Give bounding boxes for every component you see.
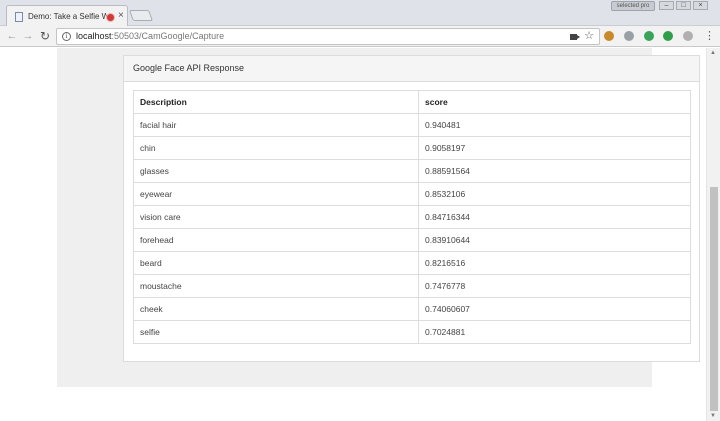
forward-button[interactable]: → — [20, 28, 36, 44]
tab-close-button[interactable]: × — [118, 10, 124, 22]
table-row: beard 0.8216516 — [133, 251, 691, 275]
panel-heading: Google Face API Response — [124, 56, 699, 82]
description-cell: cheek — [133, 297, 419, 321]
extension-icon-4[interactable] — [663, 31, 673, 41]
description-cell: glasses — [133, 159, 419, 183]
table-row: eyewear 0.8532106 — [133, 182, 691, 206]
url-path: :50503/CamGoogle/Capture — [111, 31, 225, 41]
browser-menu-icon[interactable]: ⋮ — [704, 29, 715, 43]
table-row: selfie 0.7024881 — [133, 320, 691, 344]
site-info-icon[interactable]: i — [62, 32, 71, 41]
close-window-button[interactable]: × — [693, 1, 708, 10]
column-header-description: Description — [133, 90, 419, 114]
scroll-down-arrow-icon[interactable]: ▼ — [710, 413, 716, 419]
table-row: moustache 0.7476778 — [133, 274, 691, 298]
results-table: Description score facial hair 0.940481 ch… — [133, 90, 691, 344]
score-cell: 0.74060607 — [418, 297, 691, 321]
description-cell: eyewear — [133, 182, 419, 206]
new-tab-button[interactable] — [128, 10, 154, 21]
scroll-up-arrow-icon[interactable]: ▲ — [710, 50, 716, 56]
tab-title: Demo: Take a Selfie W — [28, 12, 108, 21]
page-scrollbar[interactable]: ▲ ▼ — [706, 48, 720, 421]
table-row: chin 0.9058197 — [133, 136, 691, 160]
description-cell: moustache — [133, 274, 419, 298]
bookmark-star-icon[interactable]: ☆ — [584, 30, 594, 43]
page-content: Google Face API Response Description sco… — [0, 48, 706, 421]
description-cell: vision care — [133, 205, 419, 229]
score-cell: 0.84716344 — [418, 205, 691, 229]
score-cell: 0.8216516 — [418, 251, 691, 275]
score-cell: 0.940481 — [418, 113, 691, 137]
score-cell: 0.9058197 — [418, 136, 691, 160]
minimize-button[interactable]: – — [659, 1, 674, 10]
table-header-row: Description score — [133, 90, 691, 114]
maximize-button[interactable]: □ — [676, 1, 691, 10]
table-row: glasses 0.88591564 — [133, 159, 691, 183]
extension-icon-5[interactable] — [683, 31, 693, 41]
score-cell: 0.83910644 — [418, 228, 691, 252]
description-cell: chin — [133, 136, 419, 160]
score-cell: 0.88591564 — [418, 159, 691, 183]
score-cell: 0.7024881 — [418, 320, 691, 344]
recording-indicator-icon — [107, 14, 114, 21]
description-cell: forehead — [133, 228, 419, 252]
address-bar[interactable]: i localhost:50503/CamGoogle/Capture ☆ — [56, 28, 600, 45]
extension-icon-2[interactable] — [624, 31, 634, 41]
table-row: forehead 0.83910644 — [133, 228, 691, 252]
reload-button[interactable]: ↻ — [37, 28, 53, 44]
profile-badge[interactable]: selected pro — [611, 1, 655, 11]
page-favicon-icon — [15, 12, 23, 22]
extension-icon-3[interactable] — [644, 31, 654, 41]
back-button[interactable]: ← — [4, 28, 20, 44]
api-response-panel: Google Face API Response Description sco… — [123, 55, 700, 362]
browser-titlebar: Demo: Take a Selfie W × selected pro – □… — [0, 0, 720, 27]
browser-tab[interactable]: Demo: Take a Selfie W × — [6, 5, 128, 27]
result-well: Google Face API Response Description sco… — [57, 48, 700, 387]
url-host: localhost — [76, 31, 112, 41]
description-cell: beard — [133, 251, 419, 275]
table-row: cheek 0.74060607 — [133, 297, 691, 321]
extension-icon-1[interactable] — [604, 31, 614, 41]
browser-toolbar: ← → ↻ i localhost:50503/CamGoogle/Captur… — [0, 26, 720, 47]
camera-in-use-icon[interactable] — [570, 34, 580, 40]
scrollbar-thumb[interactable] — [710, 187, 718, 411]
score-cell: 0.7476778 — [418, 274, 691, 298]
column-header-score: score — [418, 90, 691, 114]
table-row: vision care 0.84716344 — [133, 205, 691, 229]
description-cell: selfie — [133, 320, 419, 344]
url-text: localhost:50503/CamGoogle/Capture — [76, 31, 224, 41]
score-cell: 0.8532106 — [418, 182, 691, 206]
description-cell: facial hair — [133, 113, 419, 137]
table-row: facial hair 0.940481 — [133, 113, 691, 137]
